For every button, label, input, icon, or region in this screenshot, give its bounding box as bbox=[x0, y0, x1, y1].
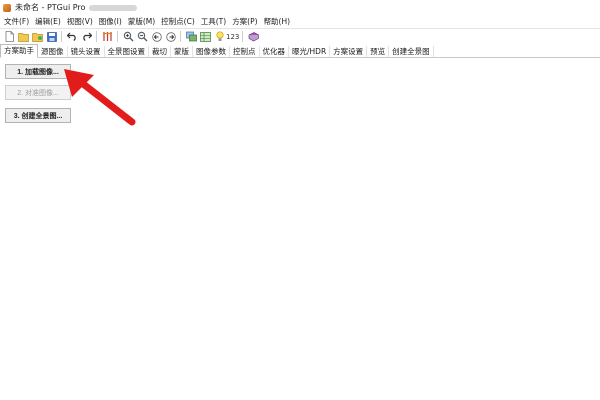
tab-create-panorama[interactable]: 创建全景图 bbox=[389, 46, 434, 57]
table-icon[interactable] bbox=[199, 30, 212, 43]
toolbar: 123 bbox=[0, 28, 600, 44]
menu-edit[interactable]: 编辑(E) bbox=[32, 16, 64, 27]
redo-icon[interactable] bbox=[80, 30, 93, 43]
toolbar-separator bbox=[180, 31, 181, 42]
tab-image-parameters[interactable]: 图像参数 bbox=[193, 46, 230, 57]
tab-crop[interactable]: 裁切 bbox=[149, 46, 171, 57]
tab-mask[interactable]: 蒙版 bbox=[171, 46, 193, 57]
menu-bar: 文件(F) 编辑(E) 视图(V) 图像(I) 蒙版(M) 控制点(C) 工具(… bbox=[0, 15, 600, 27]
zoom-out-icon[interactable] bbox=[136, 30, 149, 43]
tab-project-settings[interactable]: 方案设置 bbox=[330, 46, 368, 57]
toolbar-separator bbox=[61, 31, 62, 42]
open-template-icon[interactable] bbox=[31, 30, 44, 43]
zoom-in-icon[interactable] bbox=[122, 30, 135, 43]
tab-exposure-hdr[interactable]: 曝光/HDR bbox=[289, 46, 331, 57]
new-file-icon[interactable] bbox=[3, 30, 16, 43]
arrow-right-icon[interactable] bbox=[164, 30, 177, 43]
panorama-editor-icon[interactable] bbox=[185, 30, 198, 43]
tab-panorama-settings[interactable]: 全景图设置 bbox=[105, 46, 149, 57]
menu-help[interactable]: 帮助(H) bbox=[261, 16, 294, 27]
tab-source-images[interactable]: 源图像 bbox=[38, 46, 68, 57]
menu-mask[interactable]: 蒙版(M) bbox=[125, 16, 158, 27]
open-folder-icon[interactable] bbox=[17, 30, 30, 43]
tab-project-assistant[interactable]: 方案助手 bbox=[0, 44, 38, 58]
red-pointer-arrow-icon bbox=[64, 69, 136, 126]
toolbar-separator bbox=[96, 31, 97, 42]
menu-project[interactable]: 方案(P) bbox=[229, 16, 260, 27]
tab-bar: 方案助手 源图像 镜头设置 全景图设置 裁切 蒙版 图像参数 控制点 优化器 曝… bbox=[0, 44, 600, 58]
tab-control-points[interactable]: 控制点 bbox=[230, 46, 260, 57]
toolbar-separator bbox=[242, 31, 244, 42]
tab-preview[interactable]: 预览 bbox=[367, 46, 390, 57]
tab-optimizer[interactable]: 优化器 bbox=[260, 46, 289, 57]
control-points-icon[interactable] bbox=[101, 30, 114, 43]
toolbar-separator bbox=[117, 31, 118, 42]
menu-tools[interactable]: 工具(T) bbox=[198, 16, 229, 27]
arrow-left-icon[interactable] bbox=[150, 30, 163, 43]
menu-control-points[interactable]: 控制点(C) bbox=[158, 16, 198, 27]
menu-file[interactable]: 文件(F) bbox=[0, 16, 32, 27]
menu-view[interactable]: 视图(V) bbox=[64, 16, 96, 27]
zoom-level-label: 123 bbox=[226, 32, 240, 41]
title-blurred-region bbox=[89, 4, 138, 11]
title-bar: 未命名 - PTGui Pro bbox=[0, 0, 600, 15]
ptgui-app-icon bbox=[3, 3, 11, 12]
menu-image[interactable]: 图像(I) bbox=[96, 16, 125, 27]
tab-lens-settings[interactable]: 镜头设置 bbox=[68, 46, 105, 57]
window-title: 未命名 - PTGui Pro bbox=[15, 3, 86, 12]
save-icon[interactable] bbox=[45, 30, 58, 43]
lightbulb-icon[interactable] bbox=[213, 30, 226, 43]
help-book-icon[interactable] bbox=[247, 30, 260, 43]
undo-icon[interactable] bbox=[66, 30, 79, 43]
